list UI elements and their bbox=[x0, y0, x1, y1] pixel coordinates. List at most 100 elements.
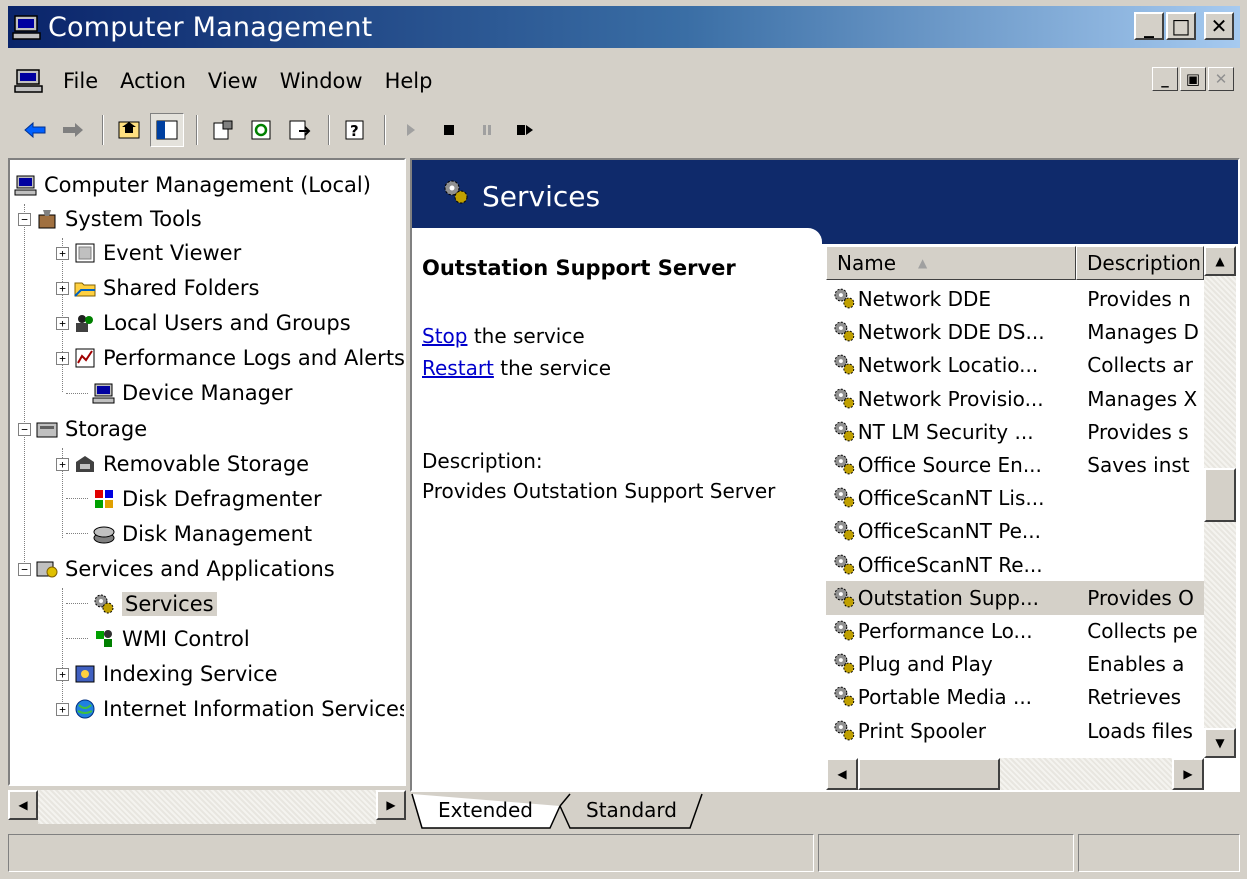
service-gear-icon bbox=[834, 587, 855, 608]
description-text: Provides Outstation Support Server bbox=[422, 479, 776, 503]
column-header-description[interactable]: Description bbox=[1076, 246, 1204, 280]
restart-service-icon[interactable] bbox=[508, 113, 542, 147]
mdi-close-button[interactable]: ✕ bbox=[1208, 67, 1234, 91]
tree-item-storage[interactable]: − Storage bbox=[18, 412, 147, 446]
mdi-restore-button[interactable]: ▣ bbox=[1180, 67, 1206, 91]
services-gear-icon bbox=[444, 180, 468, 204]
tree-item-root[interactable]: Computer Management (Local) bbox=[14, 168, 371, 202]
tree-item-event-viewer[interactable]: + Event Viewer bbox=[56, 236, 241, 270]
help-icon[interactable]: ? bbox=[338, 113, 372, 147]
sort-ascending-icon: ▲ bbox=[918, 256, 928, 270]
tree-item-system-tools[interactable]: − System Tools bbox=[18, 202, 202, 236]
expand-icon[interactable]: + bbox=[56, 351, 69, 365]
tree-item-indexing-service[interactable]: + Indexing Service bbox=[56, 657, 278, 691]
service-name: Network Provisio... bbox=[857, 386, 1044, 411]
service-row[interactable]: OfficeScanNT Pe... bbox=[826, 514, 1204, 548]
service-row[interactable]: Network Locatio... Collects ar bbox=[826, 348, 1204, 382]
menu-view[interactable]: View bbox=[197, 69, 269, 93]
collapse-icon[interactable]: − bbox=[18, 212, 31, 226]
collapse-icon[interactable]: − bbox=[18, 422, 31, 436]
service-gear-icon bbox=[834, 355, 855, 375]
services-vertical-scrollbar[interactable]: ▲ ▼ bbox=[1204, 246, 1236, 758]
scroll-track[interactable] bbox=[38, 790, 376, 824]
tree-item-device-manager[interactable]: Device Manager bbox=[92, 376, 293, 410]
mdi-minimize-button[interactable]: _ bbox=[1152, 67, 1178, 91]
forward-icon[interactable] bbox=[56, 113, 90, 147]
service-row[interactable]: Plug and Play Enables a bbox=[826, 647, 1204, 681]
scroll-thumb[interactable] bbox=[858, 758, 1000, 790]
scroll-left-icon[interactable]: ◀ bbox=[826, 758, 858, 790]
expand-icon[interactable]: + bbox=[56, 667, 69, 681]
tree-label: WMI Control bbox=[122, 627, 250, 651]
mdi-window-icon[interactable] bbox=[14, 67, 44, 95]
tab-standard[interactable]: Standard bbox=[570, 792, 693, 828]
service-gear-icon bbox=[834, 454, 855, 475]
tree-horizontal-scrollbar[interactable]: ◀ ▶ bbox=[8, 790, 406, 824]
tree-label: Local Users and Groups bbox=[103, 311, 351, 335]
show-tree-icon[interactable] bbox=[150, 113, 184, 147]
back-icon[interactable] bbox=[18, 113, 52, 147]
services-list[interactable]: Name ▲ Description Network DDE Provides n… bbox=[826, 246, 1236, 758]
close-button[interactable]: ✕ bbox=[1204, 12, 1234, 40]
service-row[interactable]: Portable Media ... Retrieves bbox=[826, 680, 1204, 714]
service-row[interactable]: OfficeScanNT Lis... bbox=[826, 481, 1204, 515]
properties-icon[interactable] bbox=[206, 113, 240, 147]
service-row[interactable]: Network DDE DS... Manages D bbox=[826, 315, 1204, 349]
tree-item-disk-defragmenter[interactable]: Disk Defragmenter bbox=[92, 482, 322, 516]
service-row[interactable]: Network Provisio... Manages X bbox=[826, 382, 1204, 416]
tree-item-local-users[interactable]: + Local Users and Groups bbox=[56, 306, 351, 340]
pause-service-icon[interactable] bbox=[470, 113, 504, 147]
tree-item-performance-logs[interactable]: + Performance Logs and Alerts bbox=[56, 341, 404, 375]
tab-extended[interactable]: Extended bbox=[422, 792, 549, 828]
minimize-button[interactable]: _ bbox=[1134, 12, 1164, 40]
menu-file[interactable]: File bbox=[52, 69, 109, 93]
up-folder-icon[interactable] bbox=[112, 113, 146, 147]
service-row[interactable]: NT LM Security ... Provides s bbox=[826, 415, 1204, 449]
service-row[interactable]: Office Source En... Saves inst bbox=[826, 448, 1204, 482]
expand-icon[interactable]: + bbox=[56, 457, 69, 471]
maximize-button[interactable]: □ bbox=[1166, 12, 1196, 40]
tree-label: Storage bbox=[65, 417, 148, 441]
tree-label: Event Viewer bbox=[103, 241, 242, 265]
disk-defragmenter-icon bbox=[95, 490, 113, 508]
expand-icon[interactable]: + bbox=[56, 702, 69, 716]
start-service-icon[interactable] bbox=[394, 113, 428, 147]
expand-icon[interactable]: + bbox=[56, 281, 69, 295]
restart-service-link[interactable]: Restart bbox=[422, 356, 494, 380]
export-list-icon[interactable] bbox=[282, 113, 316, 147]
iis-globe-icon bbox=[75, 699, 95, 719]
tree-item-shared-folders[interactable]: + Shared Folders bbox=[56, 271, 259, 305]
service-row[interactable]: Outstation Supp... Provides O bbox=[826, 580, 1204, 615]
tree-item-removable-storage[interactable]: + Removable Storage bbox=[56, 447, 309, 481]
service-row[interactable]: Print Spooler Loads files bbox=[826, 714, 1204, 748]
service-gear-icon bbox=[834, 653, 855, 674]
tree-item-services-and-applications[interactable]: − Services and Applications bbox=[18, 552, 335, 586]
expand-icon[interactable]: + bbox=[56, 246, 69, 260]
service-row[interactable]: OfficeScanNT Re... bbox=[826, 548, 1204, 582]
scroll-right-icon[interactable]: ▶ bbox=[376, 790, 406, 820]
stop-service-icon[interactable] bbox=[432, 113, 466, 147]
refresh-icon[interactable] bbox=[244, 113, 278, 147]
column-header-name[interactable]: Name ▲ bbox=[826, 246, 1076, 280]
menu-help[interactable]: Help bbox=[374, 69, 444, 93]
service-row[interactable]: Network DDE Provides n bbox=[826, 282, 1204, 316]
scroll-up-icon[interactable]: ▲ bbox=[1204, 246, 1236, 276]
expand-icon[interactable]: + bbox=[56, 316, 69, 330]
menu-window[interactable]: Window bbox=[269, 69, 374, 93]
console-tree[interactable]: Computer Management (Local) − System Too… bbox=[8, 158, 406, 786]
menu-action[interactable]: Action bbox=[109, 69, 197, 93]
scroll-right-icon[interactable]: ▶ bbox=[1172, 758, 1204, 790]
service-gear-icon bbox=[834, 521, 855, 541]
wmi-control-icon bbox=[96, 630, 112, 647]
service-row[interactable]: Performance Lo... Collects pe bbox=[826, 614, 1204, 648]
scroll-left-icon[interactable]: ◀ bbox=[8, 790, 38, 820]
services-horizontal-scrollbar[interactable]: ◀ ▶ bbox=[826, 758, 1204, 790]
scroll-thumb[interactable] bbox=[1204, 468, 1236, 522]
stop-service-link[interactable]: Stop bbox=[422, 324, 467, 348]
tree-item-services[interactable]: Services bbox=[92, 587, 217, 621]
tree-item-wmi-control[interactable]: WMI Control bbox=[92, 622, 250, 656]
scroll-down-icon[interactable]: ▼ bbox=[1204, 728, 1236, 758]
collapse-icon[interactable]: − bbox=[18, 562, 31, 576]
tree-item-disk-management[interactable]: Disk Management bbox=[92, 517, 312, 551]
tree-item-iis[interactable]: + Internet Information Services bbox=[56, 692, 404, 726]
